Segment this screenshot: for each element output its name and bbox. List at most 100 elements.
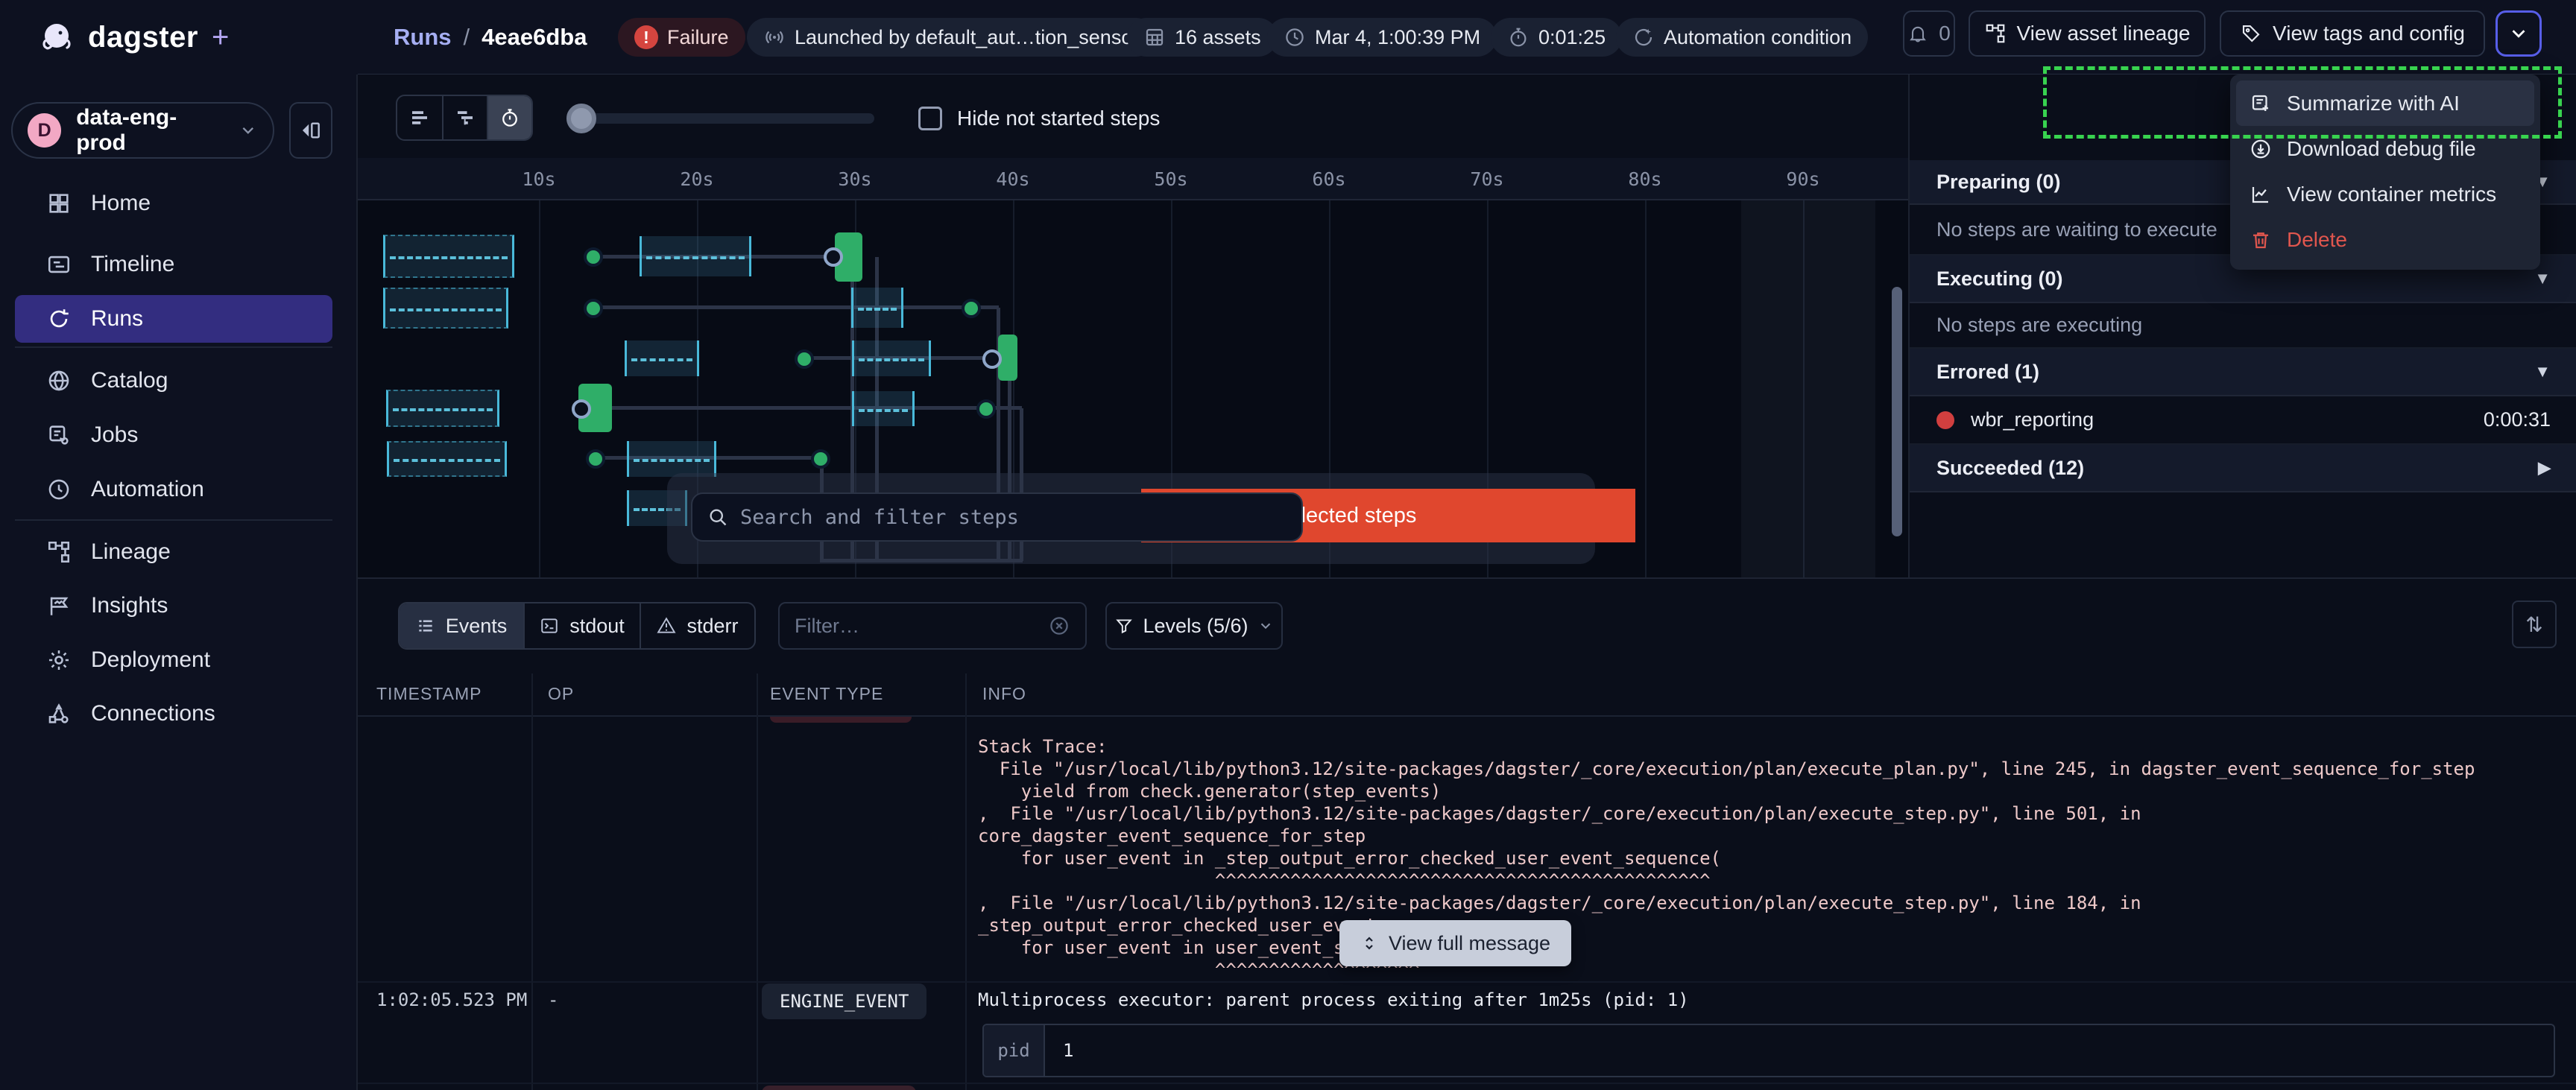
sidebar-item-timeline[interactable]: Timeline [15,241,332,288]
gantt-step-skipped[interactable] [852,340,931,376]
menu-item-summarize-ai[interactable]: Summarize with AI [2236,80,2534,126]
chevron-down-icon [239,121,258,140]
terminal-icon [540,616,559,636]
log-filter-input[interactable]: Filter… [778,602,1087,650]
gantt-zoom-slider-knob[interactable] [566,104,596,133]
gantt-connector-line [610,406,1022,410]
sidebar-item-lineage[interactable]: Lineage [15,528,332,576]
gantt-tick-label: 20s [680,168,713,190]
step-progress-dashes [631,358,692,361]
assets-badge[interactable]: 16 assets [1127,18,1278,57]
funnel-icon [1114,616,1134,636]
clear-filter-icon[interactable] [1048,615,1070,637]
tag-icon [2240,22,2262,45]
gantt-tick-label: 30s [838,168,871,190]
tab-label: Events [446,615,508,638]
connections-icon [46,701,72,726]
assets-count-label: 16 assets [1175,26,1261,49]
dagster-logo[interactable]: dagster + [39,0,229,75]
menu-item-download-debug[interactable]: Download debug file [2236,126,2534,171]
breadcrumb-runs-link[interactable]: Runs [394,24,452,51]
step-progress-dashes [646,256,745,259]
run-actions-caret-button[interactable] [2496,10,2542,57]
sidebar-item-label: Home [91,191,151,216]
tab-events[interactable]: Events [400,603,523,648]
section-succeeded[interactable]: Succeeded (12) ▶ [1910,445,2576,492]
tab-label: stdout [569,615,625,638]
gantt-step-skipped[interactable] [627,441,716,477]
gantt-tick-label: 90s [1786,168,1819,190]
flat-view-icon [408,107,431,129]
row-divider [358,981,2576,983]
search-icon [707,507,728,527]
menu-item-container-metrics[interactable]: View container metrics [2236,171,2534,217]
sidebar-item-home[interactable]: Home [15,180,332,227]
gantt-step-skipped[interactable] [640,236,751,276]
catalog-icon [46,368,72,393]
view-tags-config-button[interactable]: View tags and config [2220,10,2485,57]
tab-stdout[interactable]: stdout [523,603,640,648]
column-header-info: INFO [982,684,1026,704]
section-title: Executing (0) [1936,267,2063,291]
gantt-step-skipped[interactable] [852,391,915,426]
log-view-tabs: Events stdout stderr [398,602,756,650]
step-search-input[interactable]: Search and filter steps [691,492,1303,542]
duration-badge: 0:01:25 [1491,18,1622,57]
sidebar-item-connections[interactable]: Connections [15,690,332,738]
event-info: Multiprocess executor: parent process ex… [978,989,1689,1010]
tab-stderr[interactable]: stderr [640,603,754,648]
sidebar-divider [15,346,332,348]
sidebar-divider [15,519,332,521]
step-progress-dashes [390,308,502,311]
workspace-selector[interactable]: D data-eng-prod [11,102,274,159]
gantt-gridline [539,200,540,577]
section-title: Errored (1) [1936,361,2039,384]
gantt-step-not-started[interactable] [387,441,507,477]
launched-by-badge[interactable]: Launched by default_aut…tion_sensor [747,18,1155,57]
column-header-op: OP [548,684,574,704]
view-timed-button[interactable] [487,96,531,139]
gantt-zoom-slider-track[interactable] [580,113,874,124]
sidebar-item-automation[interactable]: Automation [15,466,332,513]
sidebar-item-deployment[interactable]: Deployment [15,636,332,684]
automation-icon [46,477,72,502]
gantt-step-not-started[interactable] [383,235,514,278]
automation-badge[interactable]: Automation condition [1616,18,1868,57]
sidebar-item-jobs[interactable]: Jobs [15,411,332,459]
checkbox-icon [918,107,942,130]
gantt-scrollbar[interactable] [1892,287,1902,536]
hide-not-started-checkbox[interactable]: Hide not started steps [918,107,1160,130]
event-op: - [548,989,558,1010]
run-id: 4eae6dba [482,24,587,51]
levels-dropdown[interactable]: Levels (5/6) [1105,602,1283,650]
sidebar-item-runs[interactable]: Runs [15,295,332,343]
gantt-connector-dot [584,247,603,267]
collapse-sidebar-button[interactable] [289,102,332,159]
gantt-step-not-started[interactable] [386,390,499,427]
gantt-connector-dot [584,299,603,318]
gantt-step-not-started[interactable] [383,288,508,329]
chevron-down-icon [2507,22,2530,45]
view-full-message-button[interactable]: View full message [1339,920,1571,966]
menu-item-delete[interactable]: Delete [2236,217,2534,262]
errored-step-row[interactable]: wbr_reporting 0:00:31 [1910,396,2576,445]
view-full-message-label: View full message [1389,932,1550,955]
view-tags-config-label: View tags and config [2273,22,2465,45]
automation-label: Automation condition [1664,26,1852,49]
stopwatch-view-icon [499,107,521,129]
view-asset-lineage-button[interactable]: View asset lineage [1969,10,2206,57]
step-progress-dashes [394,459,500,462]
view-waterfall-button[interactable] [442,96,487,139]
gantt-step-skipped[interactable] [851,288,903,328]
view-flat-button[interactable] [397,96,442,139]
gantt-connector-dot [976,399,996,419]
expand-rows-button[interactable]: ⇅ [2512,601,2557,648]
collapse-panel-icon [299,118,323,142]
step-progress-dashes [858,308,897,311]
gantt-step-skipped[interactable] [625,340,699,376]
executing-empty-row: No steps are executing [1910,303,2576,349]
notifications-button[interactable]: 0 [1903,10,1955,57]
sidebar-item-insights[interactable]: Insights [15,582,332,630]
section-errored[interactable]: Errored (1) ▼ [1910,349,2576,396]
sidebar-item-catalog[interactable]: Catalog [15,357,332,405]
